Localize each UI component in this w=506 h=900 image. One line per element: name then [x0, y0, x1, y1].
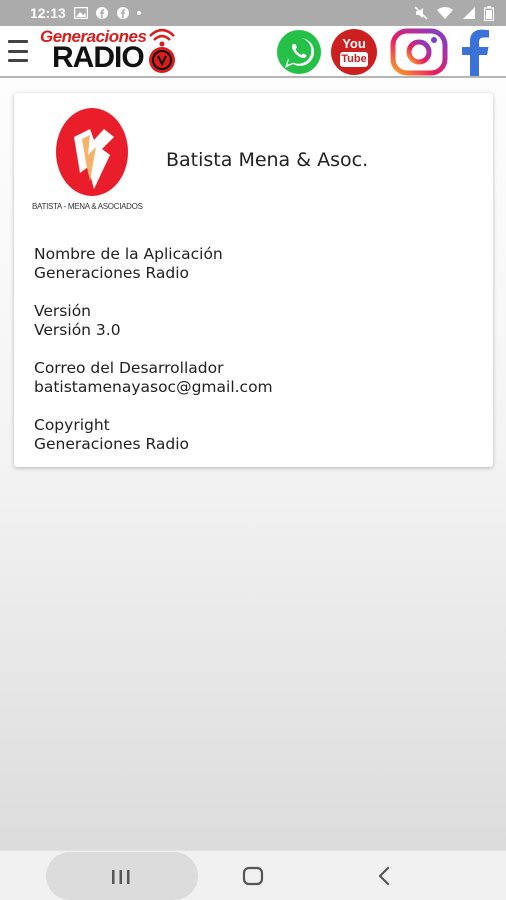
brand-logo[interactable]: Generaciones RADIO: [36, 26, 178, 78]
facebook-notification-icon: [116, 7, 129, 19]
home-button-icon[interactable]: [241, 865, 265, 887]
company-logo-mark: [56, 108, 128, 196]
company-name: Batista Mena & Asoc.: [166, 149, 369, 171]
app-info-list: Nombre de la Aplicación Generaciones Rad…: [34, 245, 474, 473]
info-value: Generaciones Radio: [34, 435, 190, 453]
info-value: Versión 3.0: [34, 321, 121, 339]
info-version: Versión Versión 3.0: [34, 302, 474, 340]
status-time: 12:13: [30, 5, 66, 21]
wifi-icon: [437, 7, 453, 19]
system-navigation-bar: [0, 850, 506, 900]
whatsapp-icon[interactable]: [275, 28, 323, 76]
back-button-icon[interactable]: [373, 865, 397, 887]
about-card: BATISTA - MENA & ASOCIADOS Batista Mena …: [14, 93, 493, 467]
facebook-notification-icon: [95, 7, 108, 19]
info-label: Versión: [34, 302, 91, 320]
info-label: Copyright: [34, 416, 110, 434]
info-label: Nombre de la Aplicación: [34, 245, 223, 263]
youtube-text-tube: Tube: [340, 52, 368, 67]
info-developer-email: Correo del Desarrollador batistamenayaso…: [34, 359, 474, 397]
youtube-icon[interactable]: You Tube: [330, 28, 378, 76]
developer-email-link[interactable]: batistamenayasoc@gmail.com: [34, 378, 474, 397]
info-copyright: Copyright Generaciones Radio: [34, 416, 474, 454]
info-value: Generaciones Radio: [34, 264, 190, 282]
status-bar: 12:13: [0, 0, 506, 26]
radio-wave-icon: [149, 28, 175, 73]
app-header: Generaciones RADIO You Tube: [0, 26, 506, 78]
facebook-icon[interactable]: [455, 28, 499, 76]
recents-icon: [112, 870, 130, 884]
brand-bottom-text: RADIO: [52, 41, 145, 74]
info-app-name: Nombre de la Aplicación Generaciones Rad…: [34, 245, 474, 283]
gallery-icon: [73, 7, 88, 19]
menu-line: [8, 49, 28, 53]
instagram-icon[interactable]: [390, 28, 448, 76]
youtube-text-you: You: [342, 36, 366, 51]
battery-icon: [484, 5, 494, 21]
info-label: Correo del Desarrollador: [34, 359, 224, 377]
more-notifications-dot-icon: [136, 11, 141, 15]
company-logo: BATISTA - MENA & ASOCIADOS: [32, 107, 156, 213]
mute-icon: [414, 6, 428, 20]
recents-button[interactable]: [46, 852, 198, 900]
menu-line: [8, 40, 28, 43]
menu-line: [8, 59, 28, 62]
logo-caption: BATISTA - MENA & ASOCIADOS: [32, 202, 143, 211]
signal-icon: [463, 7, 475, 19]
hamburger-menu-button[interactable]: [8, 40, 28, 62]
